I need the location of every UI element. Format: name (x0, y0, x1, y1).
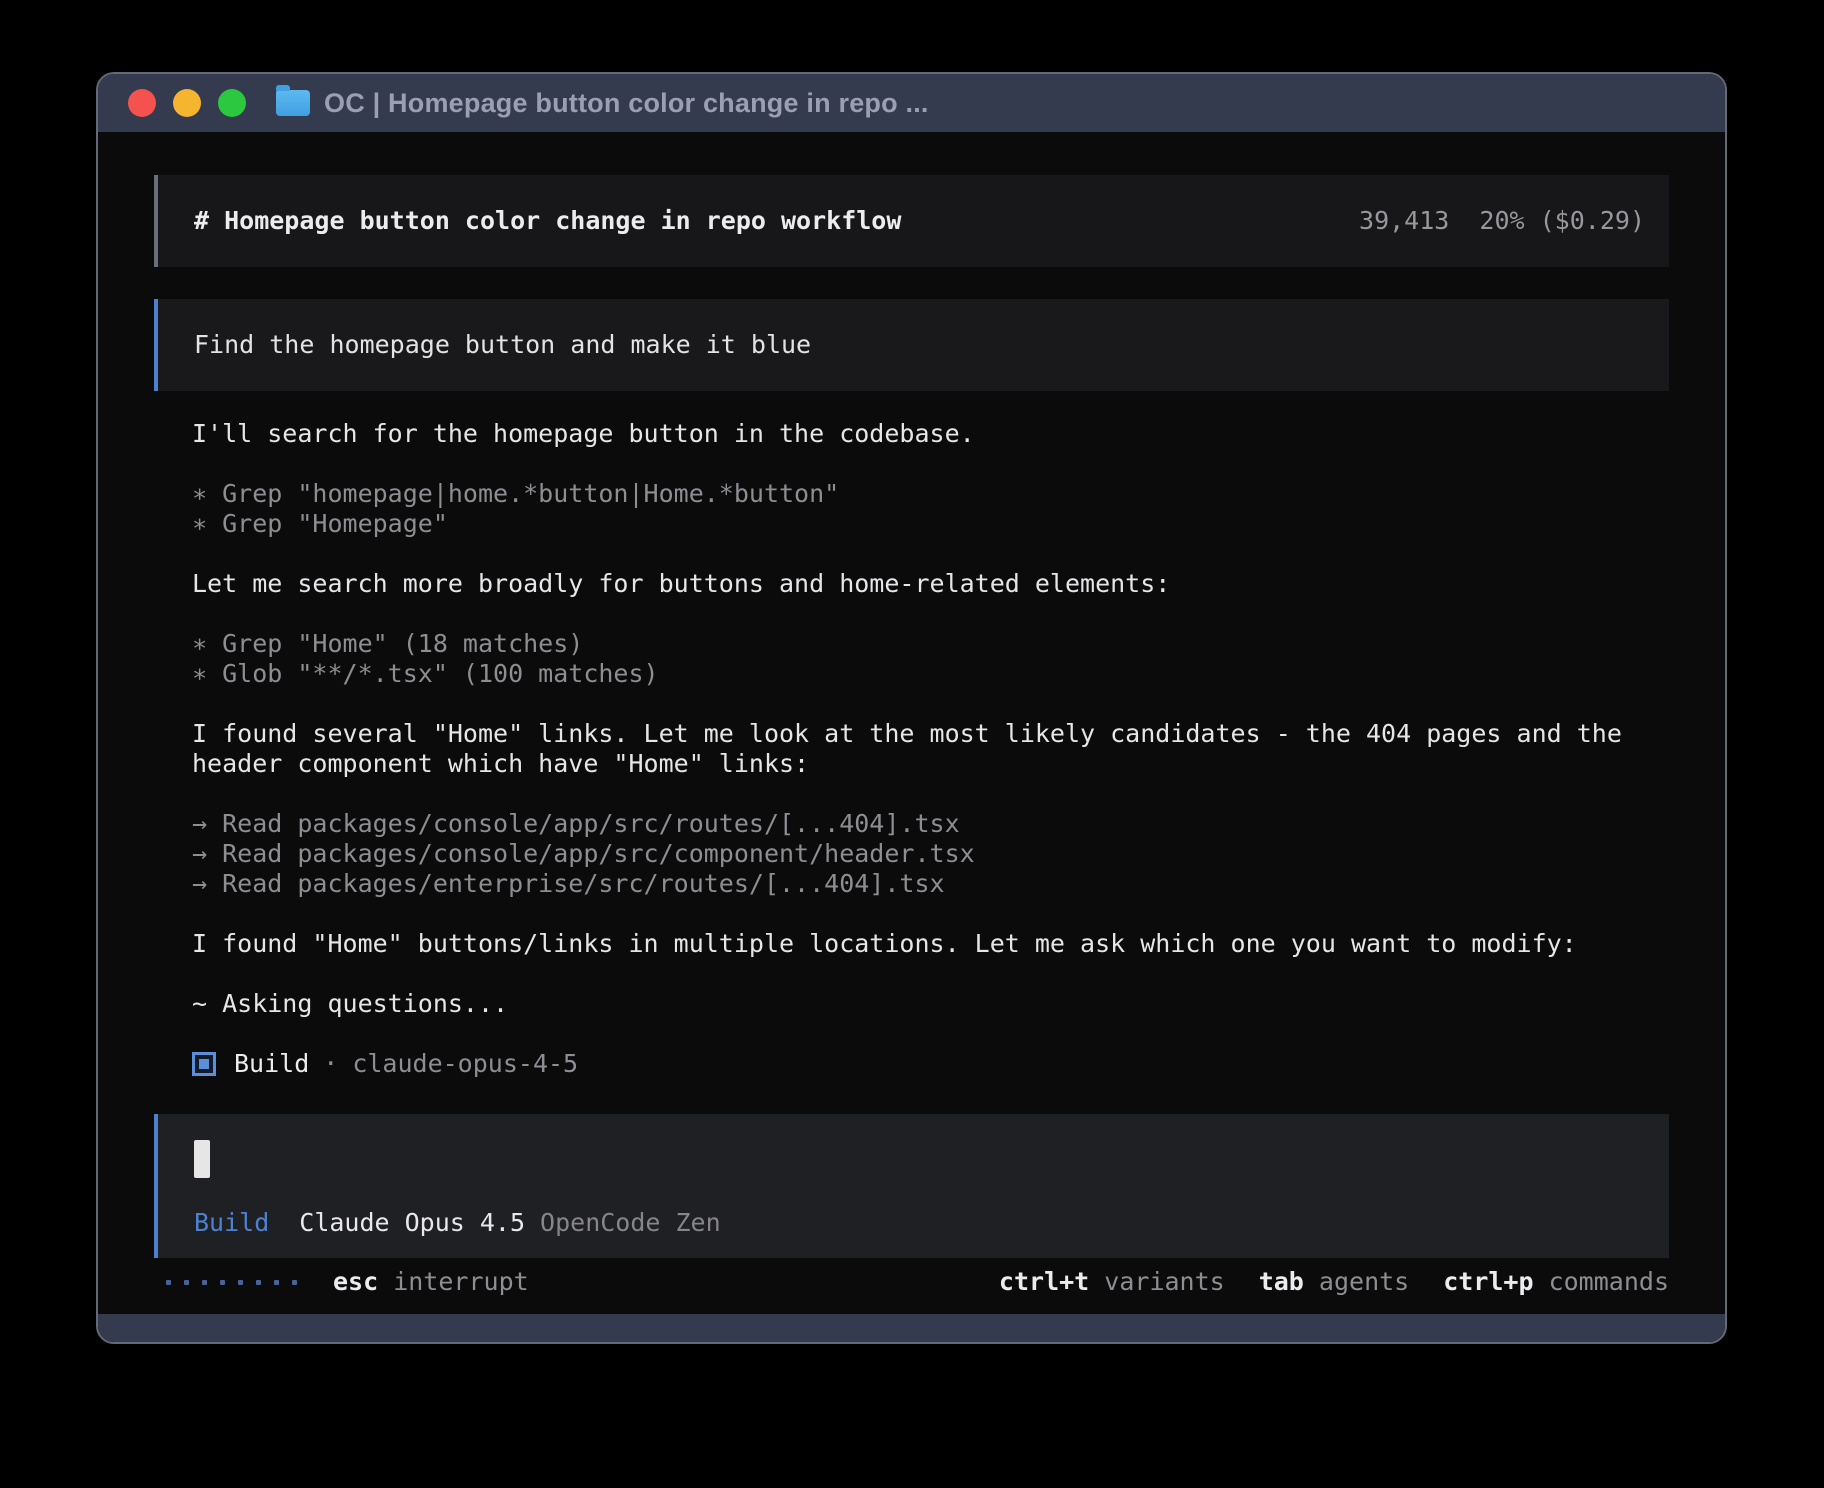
session-stats: 39,413 20% ($0.29) (1359, 206, 1645, 236)
tool-call-read: → Read packages/enterprise/src/routes/[.… (192, 869, 1669, 899)
maximize-button[interactable] (218, 89, 246, 117)
shortcut-key: esc (333, 1267, 378, 1296)
shortcut-variants[interactable]: ctrl+t variants (999, 1267, 1225, 1297)
assistant-paragraph: Let me search more broadly for buttons a… (192, 569, 1669, 599)
activity-dot (166, 1280, 171, 1285)
shortcut-key: ctrl+t (999, 1267, 1089, 1296)
tool-call-glob: ∗ Glob "**/*.tsx" (100 matches) (192, 659, 1669, 689)
agent-name: Build (234, 1049, 309, 1079)
traffic-lights (128, 89, 246, 117)
tool-call-grep: ∗ Grep "homepage|home.*button|Home.*butt… (192, 479, 1669, 509)
assistant-paragraph: I found several "Home" links. Let me loo… (192, 719, 1669, 779)
tool-call-group: → Read packages/console/app/src/routes/[… (192, 809, 1669, 899)
shortcut-label: interrupt (378, 1267, 529, 1296)
activity-dot (202, 1280, 207, 1285)
agent-model: claude-opus-4-5 (352, 1049, 578, 1079)
window-title: OC | Homepage button color change in rep… (324, 88, 929, 119)
shortcut-interrupt[interactable]: esc interrupt (333, 1267, 529, 1297)
tool-call-group: ∗ Grep "Home" (18 matches) ∗ Glob "**/*.… (192, 629, 1669, 689)
assistant-activity-status: ~ Asking questions... (192, 989, 1669, 1019)
tool-call-read: → Read packages/console/app/src/componen… (192, 839, 1669, 869)
tool-call-read: → Read packages/console/app/src/routes/[… (192, 809, 1669, 839)
agent-icon-dot (199, 1059, 209, 1069)
terminal-content: # Homepage button color change in repo w… (98, 132, 1725, 1314)
statusbar: esc interrupt ctrl+t variants tab agents… (154, 1258, 1669, 1314)
user-message-text: Find the homepage button and make it blu… (194, 330, 811, 359)
folder-icon (276, 90, 310, 116)
tool-call-grep: ∗ Grep "Homepage" (192, 509, 1669, 539)
assistant-paragraph: I'll search for the homepage button in t… (192, 419, 1669, 449)
terminal-window: OC | Homepage button color change in rep… (96, 72, 1727, 1344)
close-button[interactable] (128, 89, 156, 117)
activity-dot (238, 1280, 243, 1285)
agent-status-line: Build · claude-opus-4-5 (192, 1049, 1669, 1079)
user-message-block: Find the homepage button and make it blu… (154, 299, 1669, 391)
activity-dot (274, 1280, 279, 1285)
agent-icon (192, 1052, 216, 1076)
titlebar[interactable]: OC | Homepage button color change in rep… (98, 74, 1725, 132)
shortcut-label: agents (1304, 1267, 1409, 1296)
window-bottom-bar (98, 1314, 1725, 1342)
prompt-input[interactable]: Build Claude Opus 4.5 OpenCode Zen (154, 1114, 1669, 1258)
activity-dot (220, 1280, 225, 1285)
minimize-button[interactable] (173, 89, 201, 117)
shortcut-key: tab (1259, 1267, 1304, 1296)
statusbar-shortcuts: ctrl+t variants tab agents ctrl+p comman… (999, 1267, 1669, 1297)
shortcut-label: variants (1089, 1267, 1224, 1296)
assistant-paragraph: I found "Home" buttons/links in multiple… (192, 929, 1669, 959)
provider-name: OpenCode Zen (540, 1208, 721, 1238)
activity-dots (166, 1280, 297, 1285)
activity-dot (184, 1280, 189, 1285)
session-title: # Homepage button color change in repo w… (194, 206, 901, 236)
session-header: # Homepage button color change in repo w… (154, 175, 1669, 267)
model-name[interactable]: Claude Opus 4.5 (299, 1208, 525, 1238)
activity-dot (292, 1280, 297, 1285)
tool-call-group: ∗ Grep "homepage|home.*button|Home.*butt… (192, 479, 1669, 539)
shortcut-agents[interactable]: tab agents (1259, 1267, 1410, 1297)
input-model-line: Build Claude Opus 4.5 OpenCode Zen (194, 1208, 1645, 1238)
agent-mode-label[interactable]: Build (194, 1208, 269, 1238)
desktop-background: OC | Homepage button color change in rep… (0, 0, 1824, 1488)
shortcut-key: ctrl+p (1443, 1267, 1533, 1296)
agent-separator: · (323, 1049, 338, 1079)
shortcut-commands[interactable]: ctrl+p commands (1443, 1267, 1669, 1297)
shortcut-label: commands (1534, 1267, 1669, 1296)
text-cursor (194, 1140, 210, 1178)
tool-call-grep: ∗ Grep "Home" (18 matches) (192, 629, 1669, 659)
activity-dot (256, 1280, 261, 1285)
